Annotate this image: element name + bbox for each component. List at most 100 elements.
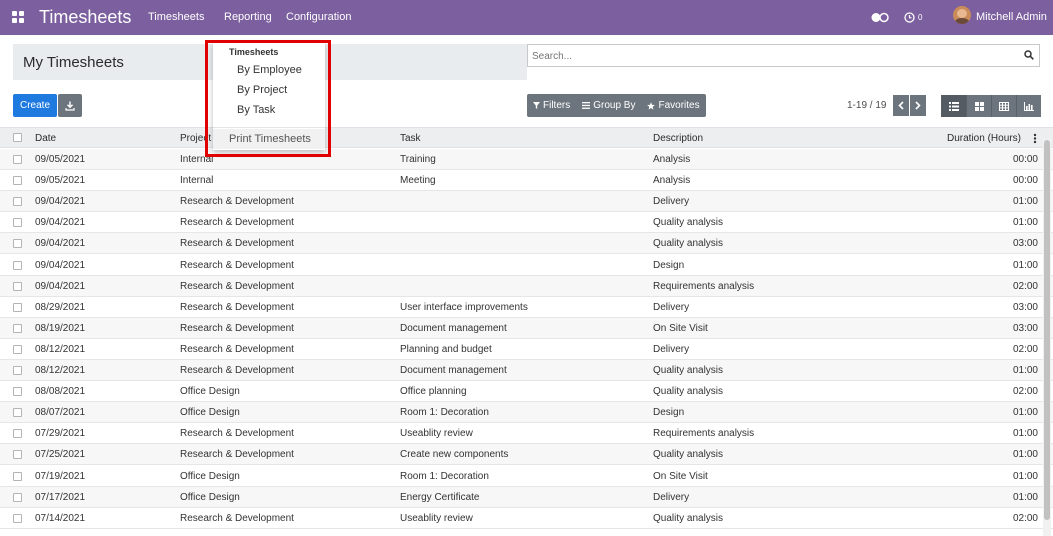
column-header-description[interactable]: Description — [653, 133, 703, 144]
table-row[interactable]: 09/04/2021 Research & Development Quality … — [0, 212, 1053, 234]
row-checkbox[interactable] — [13, 218, 22, 228]
row-checkbox[interactable] — [13, 302, 22, 312]
cell-duration: 01:00 — [1012, 491, 1038, 503]
filters-button[interactable]: Filters — [527, 94, 576, 117]
column-header-duration[interactable]: Duration (Hours) — [947, 133, 1021, 144]
table-row[interactable]: 08/29/2021 Research & Development User int… — [0, 297, 1053, 318]
table-row[interactable]: 09/04/2021 Research & Development Design 01… — [0, 255, 1053, 276]
user-avatar[interactable] — [953, 6, 971, 24]
list-view-button[interactable] — [941, 95, 966, 117]
row-checkbox[interactable] — [13, 513, 22, 523]
cell-duration: 00:00 — [1012, 154, 1038, 165]
kanban-view-button[interactable] — [966, 95, 991, 117]
cell-duration: 02:00 — [1012, 343, 1038, 355]
cell-date: 09/04/2021 — [35, 238, 86, 250]
row-checkbox[interactable] — [13, 408, 22, 418]
table-row[interactable]: 09/05/2021 Internal Training Analysis 00:00 — [0, 149, 1053, 170]
row-checkbox[interactable] — [13, 197, 22, 207]
cell-task: Meeting — [400, 175, 436, 187]
cell-project: Research & Development — [180, 217, 294, 229]
select-all-checkbox[interactable] — [13, 133, 22, 142]
pager-next-button[interactable] — [910, 95, 926, 116]
cell-description: Quality analysis — [653, 238, 724, 250]
cell-project: Research & Development — [180, 428, 294, 440]
grid-icon — [999, 101, 1009, 111]
row-checkbox[interactable] — [13, 429, 22, 439]
cell-date: 07/29/2021 — [35, 428, 86, 440]
cell-project: Research & Development — [180, 512, 294, 524]
cell-task: Office planning — [400, 386, 467, 398]
search-icon[interactable] — [1024, 50, 1034, 60]
page-title: My Timesheets — [23, 54, 124, 71]
table-row[interactable]: 08/12/2021 Research & Development Planning… — [0, 339, 1053, 360]
discuss-icon[interactable] — [870, 12, 890, 23]
graph-view-button[interactable] — [1016, 95, 1041, 117]
row-checkbox[interactable] — [13, 471, 22, 481]
row-checkbox[interactable] — [13, 366, 22, 375]
row-checkbox[interactable] — [13, 323, 22, 333]
group-by-label: Group By — [593, 100, 636, 111]
menu-timesheets[interactable]: Timesheets — [148, 11, 204, 23]
cell-task: Document management — [400, 322, 507, 334]
cell-project: Research & Development — [180, 449, 294, 461]
table-row[interactable]: 07/19/2021 Office Design Room 1: Decoratio… — [0, 466, 1053, 487]
table-row[interactable]: 07/17/2021 Office Design Energy Certificat… — [0, 486, 1053, 508]
group-by-button[interactable]: Group By — [576, 94, 641, 117]
column-header-task[interactable]: Task — [400, 133, 421, 144]
row-checkbox[interactable] — [13, 281, 22, 291]
cell-duration: 01:00 — [1012, 217, 1038, 229]
search-input[interactable] — [532, 48, 1012, 64]
row-checkbox[interactable] — [13, 450, 22, 460]
table-row[interactable]: 08/08/2021 Office Design Office planning Qu… — [0, 381, 1053, 403]
pager-value[interactable]: 1-19 / 19 — [847, 100, 886, 111]
table-row[interactable]: 08/12/2021 Research & Development Document… — [0, 360, 1053, 381]
cell-project: Research & Development — [180, 280, 294, 292]
export-button[interactable] — [58, 94, 82, 117]
cell-task: User interface improvements — [400, 301, 528, 313]
cell-task: Useablity review — [400, 512, 473, 524]
pager-previous-button[interactable] — [893, 95, 909, 116]
cell-project: Research & Development — [180, 301, 294, 313]
cell-task: Document management — [400, 365, 507, 376]
table-row[interactable]: 09/04/2021 Research & Development Quality … — [0, 233, 1053, 255]
menu-configuration[interactable]: Configuration — [286, 11, 351, 23]
bar-chart-icon — [1024, 101, 1034, 111]
cell-date: 07/17/2021 — [35, 491, 86, 503]
table-row[interactable]: 09/05/2021 Internal Meeting Analysis 00:00 — [0, 170, 1053, 192]
table-row[interactable]: 07/25/2021 Research & Development Create n… — [0, 444, 1053, 466]
row-checkbox[interactable] — [13, 176, 22, 186]
table-row[interactable]: 09/04/2021 Research & Development Delivery… — [0, 191, 1053, 213]
search-box[interactable] — [527, 44, 1040, 67]
app-title[interactable]: Timesheets — [39, 7, 131, 28]
row-checkbox[interactable] — [13, 239, 22, 249]
optional-columns-icon[interactable] — [1033, 133, 1037, 144]
cell-duration: 00:00 — [1012, 175, 1038, 187]
table-row[interactable]: 08/19/2021 Research & Development Document… — [0, 317, 1053, 339]
row-checkbox[interactable] — [13, 344, 22, 354]
clock-icon[interactable] — [904, 12, 915, 23]
menu-reporting[interactable]: Reporting — [224, 11, 272, 23]
user-name[interactable]: Mitchell Admin — [976, 11, 1047, 23]
row-checkbox[interactable] — [13, 387, 22, 397]
row-checkbox[interactable] — [13, 260, 22, 270]
row-checkbox[interactable] — [13, 155, 22, 164]
table-row[interactable]: 08/07/2021 Office Design Room 1: Decoratio… — [0, 402, 1053, 424]
cell-duration: 01:00 — [1012, 259, 1038, 271]
create-button[interactable]: Create — [13, 94, 57, 117]
apps-menu-icon[interactable] — [12, 11, 25, 24]
cell-project: Research & Development — [180, 343, 294, 355]
favorites-button[interactable]: Favorites — [641, 94, 705, 117]
grid-view-button[interactable] — [991, 95, 1016, 117]
table-row[interactable]: 07/29/2021 Research & Development Useablit… — [0, 423, 1053, 445]
cell-project: Office Design — [180, 491, 240, 503]
cell-date: 09/04/2021 — [35, 259, 86, 271]
table-row[interactable]: 07/14/2021 Research & Development Useablit… — [0, 508, 1053, 529]
cell-task: Useablity review — [400, 428, 473, 440]
kanban-icon — [974, 101, 984, 111]
scrollbar-thumb[interactable] — [1044, 140, 1050, 520]
cell-date: 08/12/2021 — [35, 343, 86, 355]
table-row[interactable]: 09/04/2021 Research & Development Requirem… — [0, 275, 1053, 297]
row-checkbox[interactable] — [13, 492, 22, 502]
column-header-date[interactable]: Date — [35, 133, 56, 144]
cell-task: Room 1: Decoration — [400, 407, 489, 419]
